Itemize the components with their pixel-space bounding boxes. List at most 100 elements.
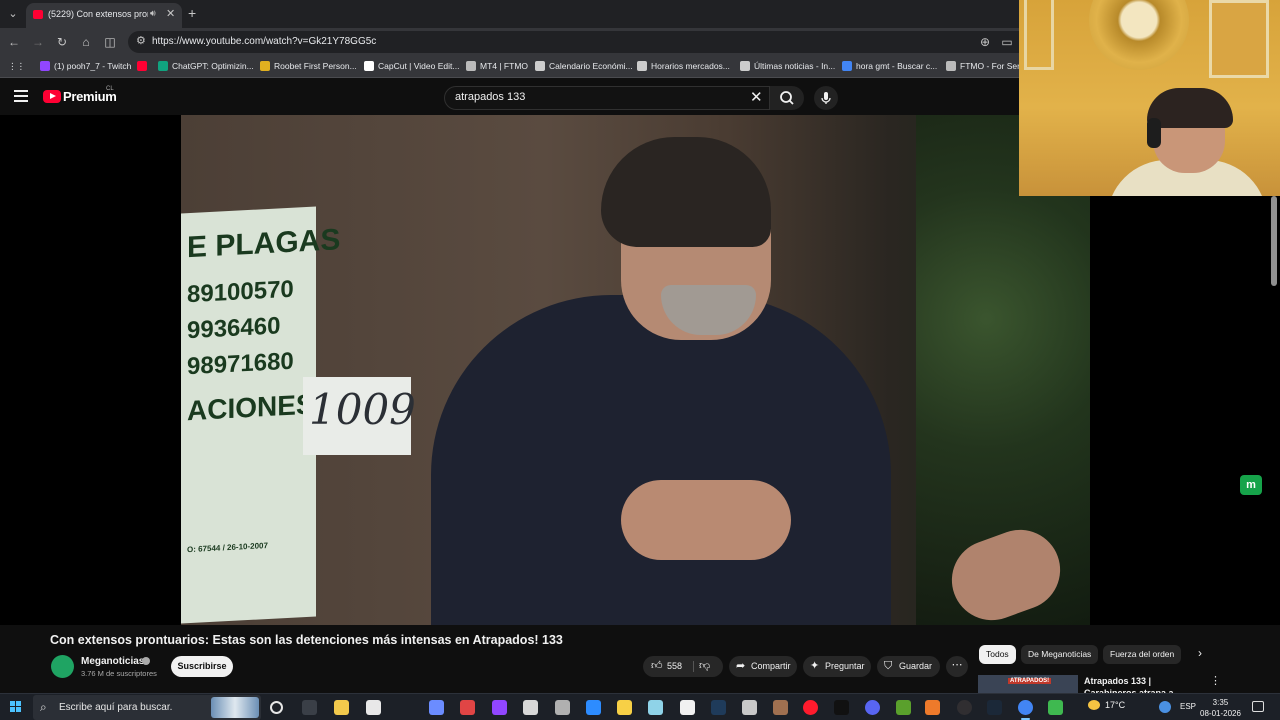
steam-icon[interactable]	[987, 700, 1002, 715]
man-body	[431, 295, 891, 625]
browser-tab-active[interactable]: (5229) Con extensos prontuarios 🔊︎ ✕	[26, 3, 182, 28]
app-triangle-icon[interactable]	[523, 700, 538, 715]
bookmark-favicon-icon	[158, 61, 168, 71]
tab-close-icon[interactable]: ✕	[166, 7, 175, 20]
search-button[interactable]	[770, 86, 804, 110]
obs-icon[interactable]	[957, 700, 972, 715]
bookmark-item[interactable]: Calendario Económi...	[535, 61, 633, 71]
taskbar-search[interactable]: ⌕ Escribe aquí para buscar.	[33, 695, 261, 720]
bookmark-item[interactable]: CapCut | Video Edit...	[364, 61, 459, 71]
zoom-icon[interactable]: ⊕	[977, 34, 993, 50]
time: 3:35	[1212, 698, 1229, 707]
settings-icon[interactable]	[742, 700, 757, 715]
chip-from-channel[interactable]: De Meganoticias	[1021, 645, 1099, 664]
capcut-icon[interactable]	[680, 700, 695, 715]
network-icon[interactable]	[1159, 701, 1171, 713]
sign-text: 89100570	[187, 275, 294, 309]
split-view-icon[interactable]: ◫	[102, 34, 118, 50]
more-vert-icon[interactable]: ⋮	[1210, 674, 1221, 687]
clock[interactable]: 3:35 08-01-2026	[1200, 697, 1241, 719]
temperature: 17°C	[1105, 700, 1126, 710]
share-button[interactable]: ➦ Compartir	[729, 656, 797, 677]
channel-name[interactable]: Meganoticias	[81, 656, 144, 667]
windows-start-icon[interactable]	[10, 701, 22, 713]
app-green-icon[interactable]	[1048, 700, 1063, 715]
app-dark-icon[interactable]	[711, 700, 726, 715]
sunburst-mirror	[1089, 0, 1189, 70]
more-actions-icon[interactable]: ⋯	[946, 656, 968, 677]
twitch-icon[interactable]	[492, 700, 507, 715]
taskbar-search-placeholder[interactable]: Escribe aquí para buscar.	[59, 702, 172, 713]
chevron-right-icon[interactable]: ›	[1198, 646, 1202, 660]
bookmark-item[interactable]: Roobet First Person...	[260, 61, 357, 71]
youtube-logo-icon[interactable]	[43, 90, 61, 103]
cast-icon[interactable]: ▭	[999, 34, 1015, 50]
app-photo-icon[interactable]	[773, 700, 788, 715]
file-explorer-icon[interactable]	[334, 700, 349, 715]
menu-icon[interactable]	[14, 90, 28, 102]
recommendation-thumbnail[interactable]: ATRAPADOS!	[978, 675, 1078, 695]
chrome-icon[interactable]	[1018, 700, 1033, 720]
task-view-icon[interactable]	[302, 700, 317, 715]
page-scrollbar[interactable]	[1271, 196, 1277, 286]
zoom-icon[interactable]	[586, 700, 601, 715]
chip-law-enforcement[interactable]: Fuerza del orden	[1103, 645, 1182, 664]
voice-search-button[interactable]	[814, 86, 838, 110]
copilot-icon[interactable]	[429, 700, 444, 715]
cortana-icon[interactable]	[270, 701, 283, 714]
clear-search-icon[interactable]: ✕	[750, 88, 763, 106]
forward-arrow-icon[interactable]: →	[30, 34, 46, 50]
bookmark-item[interactable]: FTMO - For Serio	[946, 61, 1027, 71]
language-indicator[interactable]: ESP	[1180, 702, 1196, 711]
search-box[interactable]	[444, 86, 770, 110]
apps-grid-icon[interactable]: ⋮⋮	[8, 61, 25, 72]
notepad-icon[interactable]	[366, 700, 381, 715]
bookmark-label: ChatGPT: Optimizin...	[172, 61, 254, 71]
minecraft-icon[interactable]	[896, 700, 911, 715]
sign-text: 9936460	[187, 312, 281, 345]
thumbs-up-icon[interactable]: 👍︎	[651, 656, 663, 677]
app-orange-icon[interactable]	[925, 700, 940, 715]
tab-search-chevron-icon[interactable]: ⌄	[5, 6, 21, 22]
ask-button[interactable]: ✦ Preguntar	[803, 656, 871, 677]
weather-widget[interactable]: 17°C	[1088, 700, 1125, 710]
youtube-favicon-icon	[33, 10, 43, 19]
wall-frame	[1209, 0, 1269, 78]
bookmark-item[interactable]: ChatGPT: Optimizin...	[158, 61, 254, 71]
app-red-icon[interactable]	[460, 700, 475, 715]
home-icon[interactable]: ⌂	[78, 34, 94, 50]
sticky-notes-icon[interactable]	[617, 700, 632, 715]
new-tab-button[interactable]: +	[188, 5, 196, 21]
bookmark-favicon-icon	[740, 61, 750, 71]
like-count[interactable]: 558	[667, 656, 682, 677]
thumbs-down-icon[interactable]: 👎︎	[699, 656, 710, 677]
headset	[1147, 118, 1161, 148]
notifications-icon[interactable]	[1252, 701, 1264, 712]
speaker-icon[interactable]: 🔊︎	[150, 8, 156, 19]
bookmark-favicon-icon	[535, 61, 545, 71]
save-button[interactable]: ⛉ Guardar	[877, 656, 940, 677]
bookmark-item[interactable]: Horarios mercados...	[637, 61, 730, 71]
app-cube-icon[interactable]	[648, 700, 663, 715]
app-grid-icon[interactable]	[555, 700, 570, 715]
bookmark-item[interactable]: hora gmt - Buscar c...	[842, 61, 937, 71]
bookmark-item[interactable]: Últimas noticias - In...	[740, 61, 835, 71]
bookmark-favicon-icon	[260, 61, 270, 71]
back-arrow-icon[interactable]: ←	[6, 34, 22, 50]
search-input[interactable]	[455, 91, 735, 103]
subscribe-button[interactable]: Suscribirse	[171, 656, 233, 677]
recommendation-title[interactable]: Atrapados 133 | Carabineros atrapa a ban…	[1084, 675, 1194, 695]
channel-avatar[interactable]	[51, 655, 74, 678]
chip-all[interactable]: Todos	[979, 645, 1016, 664]
tiktok-icon[interactable]	[834, 700, 849, 715]
bookmark-label: CapCut | Video Edit...	[378, 61, 460, 71]
discord-icon[interactable]	[865, 700, 880, 715]
opera-icon[interactable]	[803, 700, 818, 715]
bookmark-item[interactable]: (1) pooh7_7 - Twitch	[40, 61, 131, 71]
site-info-icon[interactable]: ⚙	[136, 34, 146, 47]
reload-icon[interactable]: ↻	[54, 34, 70, 50]
bookmark-item[interactable]: MT4 | FTMO	[466, 61, 528, 71]
bookmark-favicon-icon	[364, 61, 374, 71]
url-text[interactable]: https://www.youtube.com/watch?v=Gk21Y78G…	[152, 36, 376, 47]
bookmark-item[interactable]	[137, 61, 151, 71]
